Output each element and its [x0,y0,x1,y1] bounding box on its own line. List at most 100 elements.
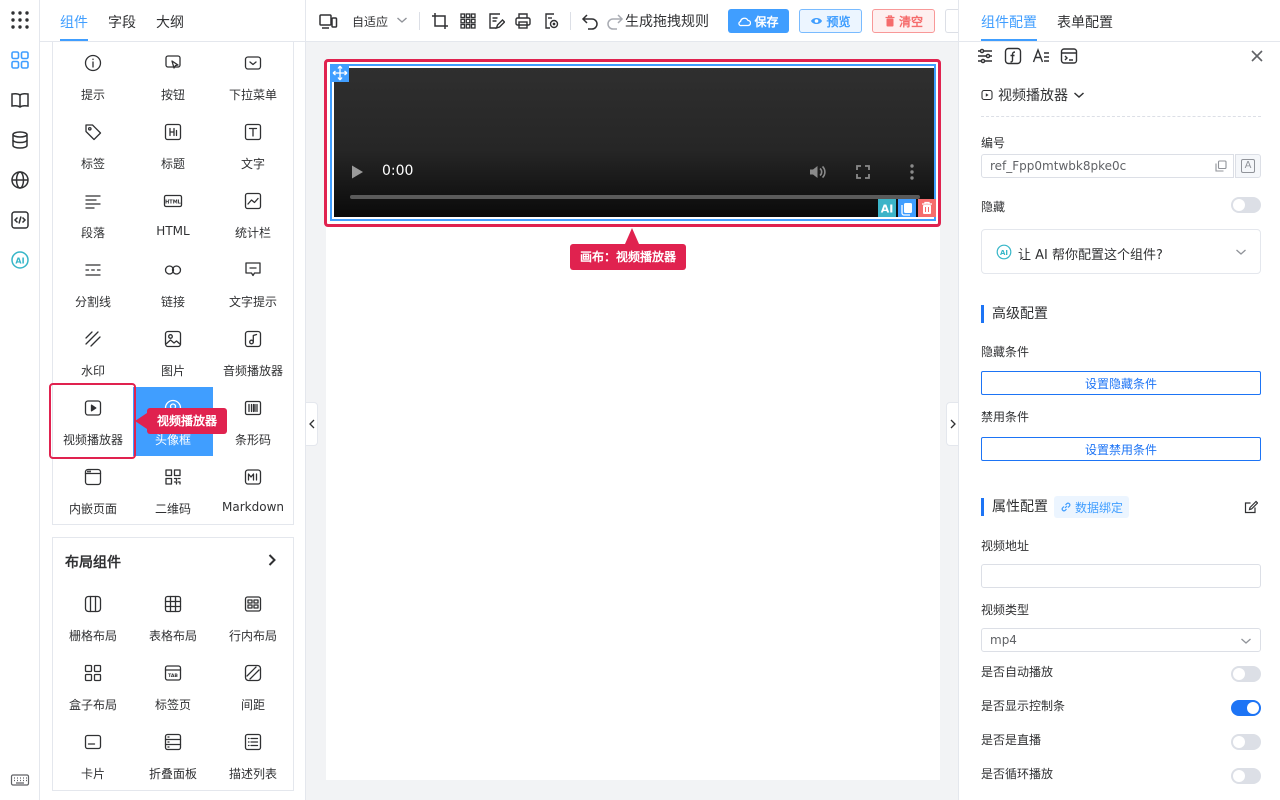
video-widget[interactable]: 0:00 AI [330,64,936,221]
component-item[interactable]: Markdown [213,456,293,525]
component-item[interactable]: 分割线 [53,249,133,318]
advanced-section-title: 高级配置 [981,305,1048,323]
ai-icon[interactable]: AI [8,248,32,272]
redo-icon[interactable] [606,12,624,30]
function-icon[interactable] [1004,47,1022,65]
component-item[interactable]: 段落 [53,180,133,249]
collapse-left-button[interactable] [306,402,318,446]
drag-handle[interactable] [331,64,349,82]
code-icon[interactable] [8,208,32,232]
component-item[interactable]: TAB 标签页 [133,652,213,721]
id-input[interactable]: ref_Fpp0mtwbk8pke0c [981,154,1234,178]
edit-icon[interactable] [1244,500,1258,514]
component-item[interactable]: 水印 [53,318,133,387]
globe-icon[interactable] [8,168,32,192]
component-item[interactable]: 折叠面板 [133,721,213,790]
close-icon[interactable] [1249,48,1265,64]
video-progress-track[interactable] [350,195,920,199]
delete-button[interactable] [918,199,936,217]
collapse-right-button[interactable] [946,402,958,446]
component-item[interactable]: 间距 [213,652,293,721]
component-item[interactable]: 文字 [213,111,293,180]
ai-assist-box[interactable]: AI 让 AI 帮你配置这个组件? [981,229,1261,274]
hidden-toggle[interactable] [1231,197,1261,213]
video-url-input[interactable] [981,564,1261,588]
more-button-edge[interactable] [945,9,958,33]
keyboard-icon[interactable] [8,768,32,792]
ai-config-button[interactable]: AI [878,199,896,217]
spacing-icon [243,663,263,683]
qrcode-icon [163,467,183,487]
components-icon[interactable] [8,48,32,72]
component-item[interactable]: 图片 [133,318,213,387]
audio-icon [243,329,263,349]
link-icon [1061,502,1071,512]
component-item[interactable]: 标签 [53,111,133,180]
component-item[interactable]: 描述列表 [213,721,293,790]
component-item[interactable]: 提示 [53,42,133,111]
save-button[interactable]: 保存 [728,9,789,33]
paragraph-icon [83,191,103,211]
tab-components[interactable]: 组件 [60,12,88,32]
controls-toggle[interactable] [1231,700,1261,716]
book-icon[interactable] [8,88,32,112]
text-style-icon[interactable] [1032,47,1050,65]
component-item[interactable]: HTML HTML [133,180,213,249]
settings-sliders-icon[interactable] [976,47,994,65]
live-toggle[interactable] [1231,734,1261,750]
tab-component-config[interactable]: 组件配置 [981,12,1037,32]
component-item[interactable]: 卡片 [53,721,133,790]
database-icon[interactable] [8,128,32,152]
component-item[interactable]: 下拉菜单 [213,42,293,111]
hide-condition-label: 隐藏条件 [981,345,1030,359]
component-item[interactable]: 统计栏 [213,180,293,249]
video-type-select[interactable]: mp4 [981,628,1261,652]
chevron-down-icon[interactable] [396,15,408,25]
undo-icon[interactable] [581,12,599,30]
component-item[interactable]: 按钮 [133,42,213,111]
id-label: 编号 [981,136,1006,150]
clear-button[interactable]: 清空 [872,9,935,33]
copy-icon[interactable] [1215,160,1227,172]
component-item[interactable]: 盒子布局 [53,652,133,721]
autoplay-toggle[interactable] [1231,666,1261,682]
component-item[interactable]: 行内布局 [213,583,293,652]
component-item[interactable]: 文字提示 [213,249,293,318]
component-item[interactable]: 链接 [133,249,213,318]
edit-icon[interactable] [487,12,505,30]
chevron-right-icon[interactable] [265,553,279,567]
play-icon[interactable] [349,164,365,180]
component-item[interactable]: 栅格布局 [53,583,133,652]
component-item[interactable]: 表格布局 [133,583,213,652]
print-icon[interactable] [514,12,532,30]
device-icon[interactable] [318,12,338,30]
loop-toggle[interactable] [1231,768,1261,784]
component-type-selector[interactable]: 视频播放器 [981,85,1085,105]
tab-outline[interactable]: 大纲 [156,12,184,32]
component-item[interactable]: 音频播放器 [213,318,293,387]
component-item[interactable]: 标题 [133,111,213,180]
copy-button[interactable] [898,199,916,217]
fullscreen-icon[interactable] [855,164,871,180]
component-item[interactable]: 内嵌页面 [53,456,133,525]
set-hide-condition-button[interactable]: 设置隐藏条件 [981,371,1261,395]
grid-icon[interactable] [459,12,477,30]
tab-form-config[interactable]: 表单配置 [1057,12,1113,32]
device-select[interactable]: 自适应 [352,13,388,30]
more-options-icon[interactable] [904,163,920,181]
preview-button[interactable]: 预览 [799,9,862,33]
crop-icon[interactable] [431,12,449,30]
volume-icon[interactable] [808,163,826,181]
id-badge-button[interactable]: A [1235,154,1261,178]
script-icon[interactable] [1060,47,1078,65]
component-label: 盒子布局 [68,698,117,712]
data-bind-button[interactable]: 数据绑定 [1054,496,1130,518]
component-item[interactable]: 二维码 [133,456,213,525]
app-menu-icon[interactable] [8,8,32,32]
generate-rule-button[interactable]: 生成拖拽规则 [625,11,709,31]
save-label: 保存 [754,14,779,29]
video-player[interactable]: 0:00 [334,68,934,217]
set-disable-condition-button[interactable]: 设置禁用条件 [981,437,1261,461]
json-icon[interactable] [542,12,560,30]
tab-fields[interactable]: 字段 [108,12,136,32]
